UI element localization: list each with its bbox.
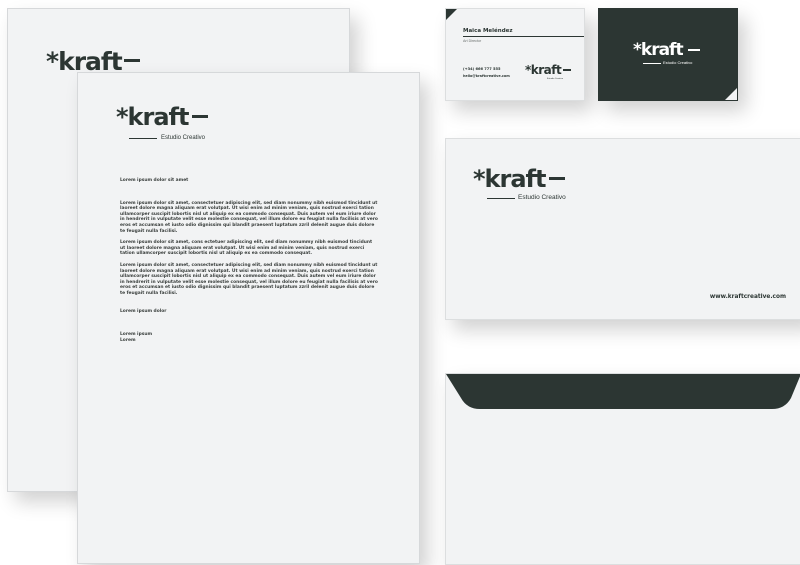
card-corner-accent [725,88,737,100]
card-email: hello@kraftcreative.com [463,74,510,78]
logo-tagline: Estudio Creativo [547,78,564,80]
logo-wordmark: *kraft [473,165,546,193]
card-back-logo: *kraft Estudio Creativo [633,42,705,72]
card-phone: (+34) 666 777 555 [463,67,501,71]
logo-crossbar [563,69,571,71]
letterhead-logo: *kraft Estudio Creativo [116,105,226,145]
logo-tagline: Estudio Creativo [518,194,566,201]
logo-wordmark: *kraft [633,40,684,60]
letter-signature-title: Lorem [120,337,136,343]
business-card-front: Maica Meléndez Art Director (+34) 666 77… [445,8,585,101]
logo-crossbar [192,115,208,118]
letter-paragraph: Lorem ipsum dolor sit amet, consectetuer… [120,262,378,296]
envelope-front: *kraft Estudio Creativo www.kraftcreativ… [445,138,800,320]
logo-rule [487,198,515,199]
logo-rule [129,138,157,139]
letter-closing: Lorem ipsum dolor [120,308,167,314]
letter-paragraph: Lorem ipsum dolor sit amet, consectetuer… [120,200,378,234]
logo-rule [643,63,661,64]
letter-heading: Lorem ipsum dolor sit amet [120,178,189,183]
logo-crossbar [549,177,565,180]
letter-paragraph: Lorem ipsum dolor sit amet, cons ectetue… [120,240,373,257]
letterhead-front-sheet: *kraft Estudio Creativo Lorem ipsum dolo… [77,72,420,564]
logo-wordmark: *kraft [525,63,562,77]
logo-crossbar [688,49,700,51]
envelope-flap [446,374,800,409]
business-card-back: *kraft Estudio Creativo [598,8,738,101]
logo-tagline: Estudio Creativo [663,60,693,65]
envelope-website: www.kraftcreative.com [709,294,786,300]
logo-wordmark: *kraft [46,47,123,76]
envelope-back [445,373,800,565]
letter-body: Lorem ipsum dolor sit amet Lorem ipsum d… [120,178,378,343]
card-corner-accent [446,9,457,20]
logo-tagline: Estudio Creativo [161,135,206,141]
card-name: Maica Meléndez [463,28,513,34]
envelope-logo: *kraft Estudio Creativo [473,167,583,207]
logo-crossbar [124,59,140,62]
card-title: Art Director [463,39,482,43]
card-logo: *kraft Estudio Creativo [525,64,575,82]
card-name-rule [463,36,584,37]
logo-wordmark: *kraft [116,103,189,131]
